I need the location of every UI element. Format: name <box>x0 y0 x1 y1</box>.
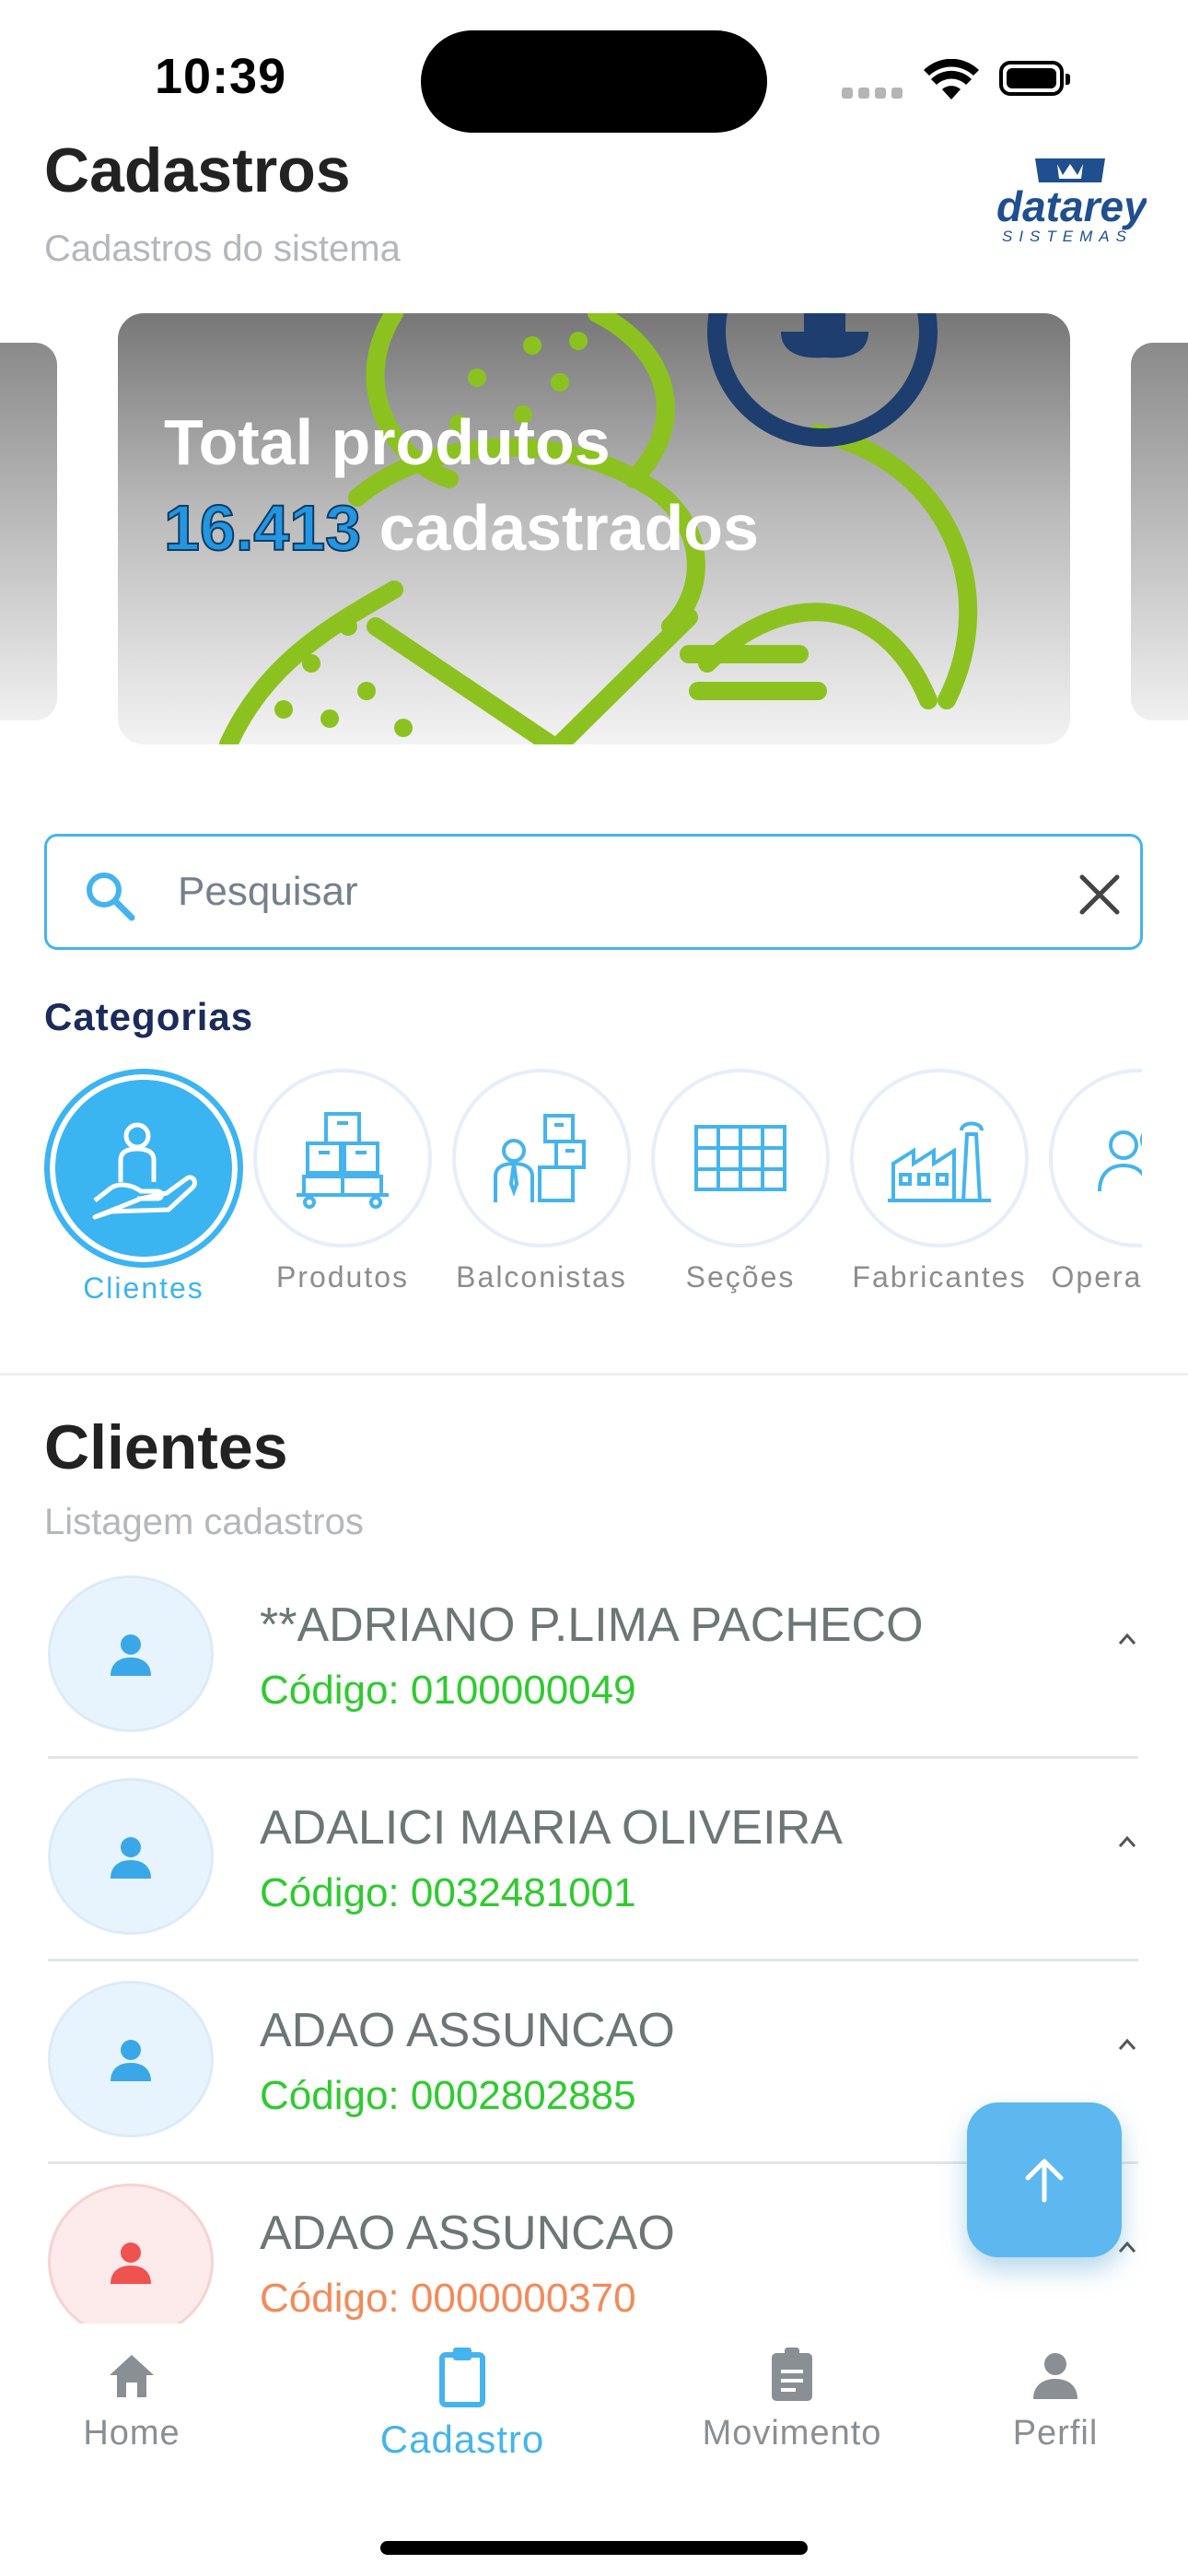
boxes-icon <box>297 1112 389 1209</box>
client-name: **ADRIANO P.LIMA PACHECO <box>260 1598 924 1652</box>
sections-grid-icon <box>694 1125 786 1191</box>
category-label: Clientes <box>83 1271 204 1305</box>
row-separator <box>48 1756 1138 1759</box>
chevron-up-icon[interactable] <box>1116 2239 1138 2255</box>
scroll-to-top-button[interactable] <box>967 2102 1122 2257</box>
client-code: Código: 0000000370 <box>260 2276 636 2321</box>
client-name: ADAO ASSUNCAO <box>260 2207 675 2260</box>
categories-scroller[interactable]: Clientes Produtos Balconistas Seções Fab… <box>44 1069 1142 1327</box>
categories-title: Categorias <box>44 995 254 1038</box>
carousel-card-next[interactable] <box>1131 343 1188 720</box>
carousel-card-prev[interactable] <box>0 343 57 720</box>
chevron-up-icon[interactable] <box>1116 1833 1138 1850</box>
arrow-up-icon <box>1025 2159 1064 2203</box>
wifi-icon <box>924 59 979 100</box>
client-name: ADALICI MARIA OLIVEIRA <box>260 1801 843 1855</box>
category-label: Seções <box>685 1260 796 1294</box>
list-title: Clientes <box>44 1412 288 1482</box>
client-code: Código: 0002802885 <box>260 2073 636 2118</box>
banner-card-total-produtos[interactable]: Total produtos 16.413 cadastrados <box>118 313 1070 744</box>
page-subtitle: Cadastros do sistema <box>44 228 401 269</box>
category-label: Balconistas <box>456 1260 627 1294</box>
client-code: Código: 0032481001 <box>260 1870 636 1915</box>
signal-icon <box>842 86 903 99</box>
avatar <box>48 1778 214 1935</box>
bottom-navigation: Home Cadastro Movimento Perfil <box>0 2324 1188 2576</box>
page-title: Cadastros <box>44 135 351 205</box>
banner-carousel[interactable]: Total produtos 16.413 cadastrados <box>0 313 1188 746</box>
person-icon <box>111 2040 151 2081</box>
nav-label: Perfil <box>1012 2414 1099 2453</box>
close-icon[interactable] <box>1078 873 1121 916</box>
avatar <box>48 1981 214 2137</box>
category-label: Produtos <box>275 1260 410 1294</box>
datarey-logo: datarey SISTEMAS <box>995 155 1149 247</box>
document-icon <box>772 2348 812 2401</box>
search-bar[interactable] <box>44 834 1143 950</box>
chevron-up-icon[interactable] <box>1116 1631 1138 1647</box>
svg-text:datarey: datarey <box>996 182 1147 230</box>
client-row[interactable]: ADALICI MARIA OLIVEIRA Código: 003248100… <box>48 1778 1138 1981</box>
factory-icon <box>888 1121 991 1202</box>
clipboard-icon <box>439 2348 485 2407</box>
row-separator <box>48 1959 1138 1961</box>
search-input[interactable] <box>178 855 970 929</box>
banner-count-line: 16.413 cadastrados <box>163 491 759 565</box>
section-divider <box>0 1373 1188 1376</box>
avatar <box>48 2184 214 2340</box>
person-icon <box>111 1837 151 1879</box>
category-label: Operadores <box>1051 1260 1143 1294</box>
chevron-up-icon[interactable] <box>1116 2036 1138 2053</box>
category-label: Fabricantes <box>852 1260 1027 1294</box>
person-icon <box>111 1634 151 1676</box>
banner-suffix: cadastrados <box>379 492 759 564</box>
category-secoes[interactable]: Seções <box>641 1069 840 1294</box>
client-row[interactable]: **ADRIANO P.LIMA PACHECO Código: 0100000… <box>48 1575 1138 1778</box>
client-name: ADAO ASSUNCAO <box>260 2004 675 2057</box>
category-produtos[interactable]: Produtos <box>243 1069 442 1294</box>
svg-text:SISTEMAS: SISTEMAS <box>1002 228 1133 245</box>
search-icon[interactable] <box>84 870 135 921</box>
category-fabricantes[interactable]: Fabricantes <box>840 1069 1039 1294</box>
nav-label: Movimento <box>702 2414 882 2453</box>
avatar <box>48 1575 214 1732</box>
status-time: 10:39 <box>155 49 287 104</box>
status-bar: 10:39 <box>0 0 1188 138</box>
battery-icon <box>999 61 1070 96</box>
client-code: Código: 0100000049 <box>260 1668 636 1713</box>
client-hand-icon <box>92 1122 197 1220</box>
home-icon <box>110 2355 154 2397</box>
nav-label: Cadastro <box>379 2418 545 2461</box>
category-balconistas[interactable]: Balconistas <box>442 1069 641 1294</box>
banner-count: 16.413 <box>163 491 362 565</box>
clerk-icon <box>494 1114 586 1202</box>
dynamic-island <box>421 30 767 133</box>
nav-home[interactable]: Home <box>12 2346 251 2453</box>
operators-icon <box>1098 1130 1142 1192</box>
nav-label: Home <box>83 2414 181 2453</box>
home-indicator[interactable] <box>380 2541 808 2555</box>
list-subtitle: Listagem cadastros <box>44 1502 364 1542</box>
person-icon <box>111 2242 151 2284</box>
category-clientes[interactable]: Clientes <box>44 1069 243 1306</box>
nav-perfil[interactable]: Perfil <box>936 2346 1175 2453</box>
person-icon <box>1033 2353 1077 2399</box>
banner-title: Total produtos <box>164 406 611 478</box>
nav-movimento[interactable]: Movimento <box>672 2346 912 2453</box>
category-operadores[interactable]: Operadores <box>1039 1069 1142 1294</box>
nav-cadastro[interactable]: Cadastro <box>343 2346 582 2462</box>
